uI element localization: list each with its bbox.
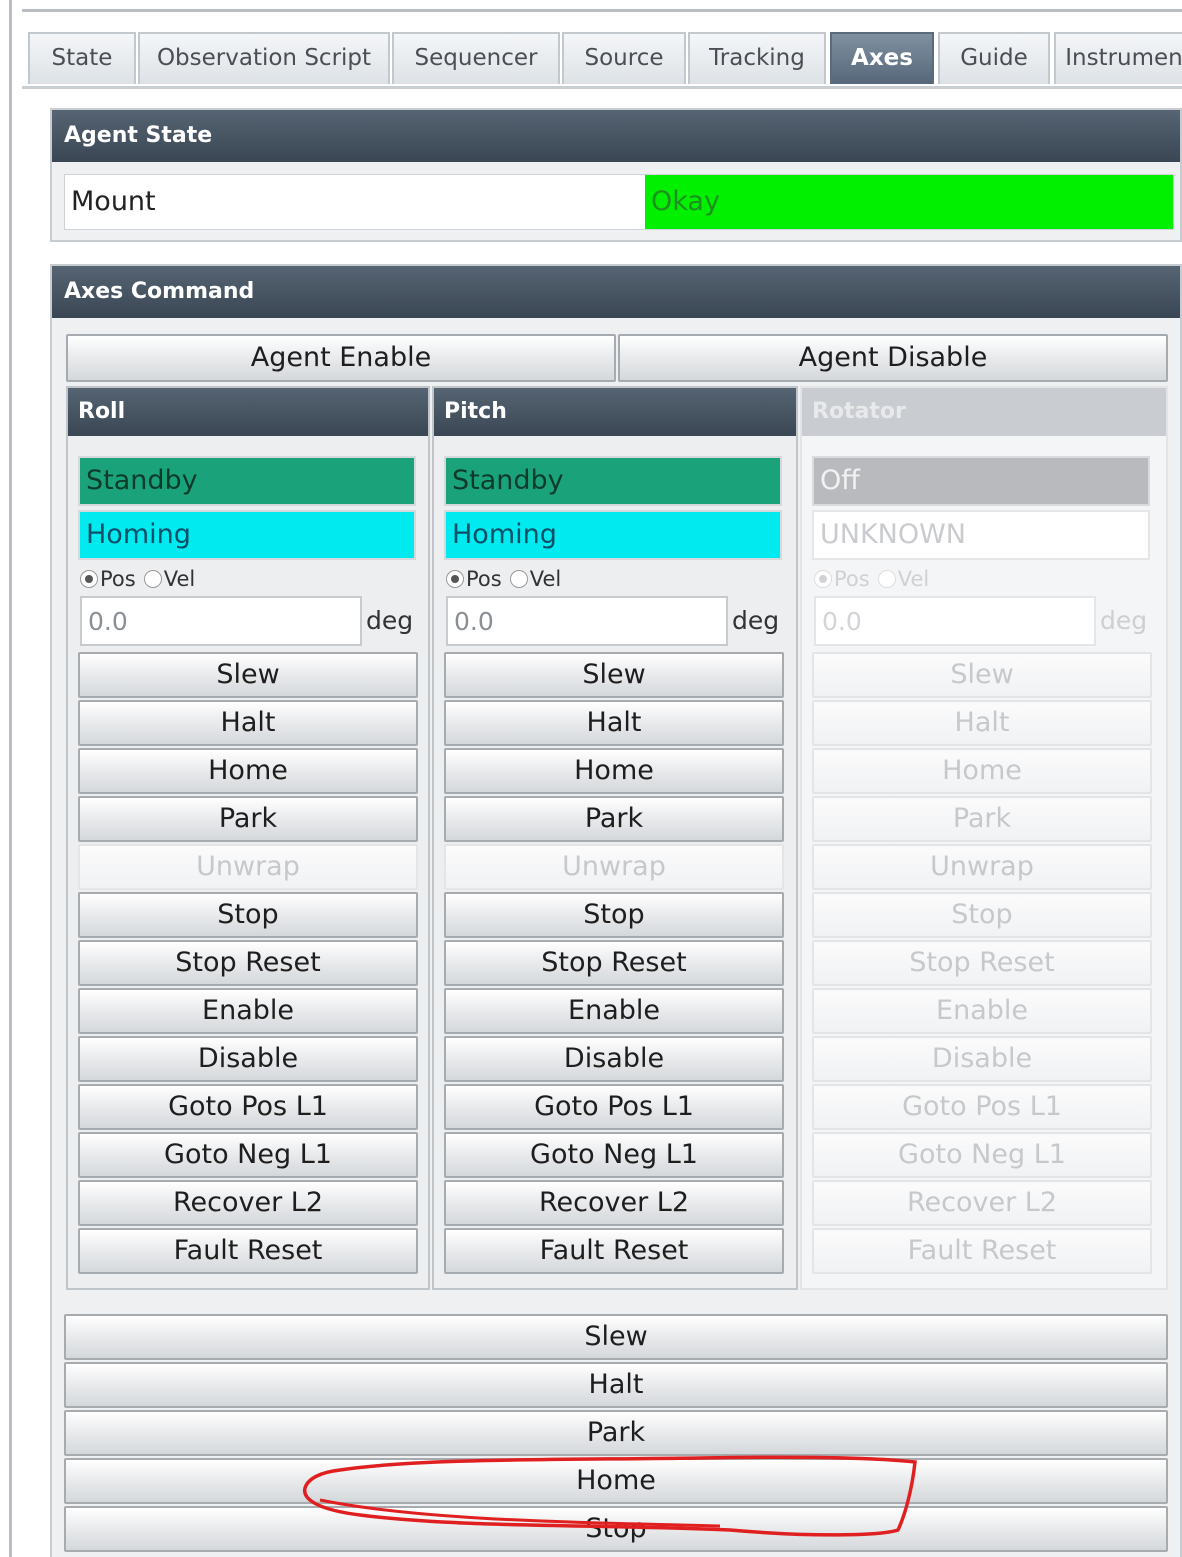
recover-l2-button: Recover L2	[812, 1180, 1152, 1226]
axis-pitch: Pitch Standby Homing Pos Vel deg SlewHalt…	[432, 386, 798, 1290]
unwrap-button: Unwrap	[444, 844, 784, 890]
disable-button: Disable	[812, 1036, 1152, 1082]
agent-state-title: Agent State	[52, 110, 1180, 162]
vel-label: Vel	[163, 567, 196, 591]
agent-name: Mount	[71, 186, 156, 217]
enable-button[interactable]: Enable	[444, 988, 784, 1034]
agent-enable-button[interactable]: Agent Enable	[66, 334, 616, 382]
vel-label: Vel	[897, 567, 930, 591]
axes-command-title: Axes Command	[52, 266, 1180, 318]
axis-title: Rotator	[802, 388, 1166, 436]
left-border	[9, 0, 12, 1557]
pos-radio[interactable]	[446, 570, 464, 588]
global-park-button[interactable]: Park	[64, 1410, 1168, 1456]
slew-button[interactable]: Slew	[444, 652, 784, 698]
fault-reset-button: Fault Reset	[812, 1228, 1152, 1274]
axis-state: Standby	[444, 456, 782, 506]
tab-instrument[interactable]: Instrumen	[1054, 32, 1182, 84]
tab-tracking[interactable]: Tracking	[688, 32, 826, 84]
halt-button[interactable]: Halt	[444, 700, 784, 746]
top-border	[22, 9, 1182, 12]
fault-reset-button[interactable]: Fault Reset	[78, 1228, 418, 1274]
unwrap-button: Unwrap	[78, 844, 418, 890]
axis-state: Standby	[78, 456, 416, 506]
tab-observation-script[interactable]: Observation Script	[138, 32, 390, 84]
axes-command-panel: Axes Command Agent Enable Agent Disable …	[50, 264, 1182, 1557]
goto-pos-l1-button[interactable]: Goto Pos L1	[444, 1084, 784, 1130]
pos-label: Pos	[466, 567, 502, 591]
pos-radio[interactable]	[80, 570, 98, 588]
enable-button[interactable]: Enable	[78, 988, 418, 1034]
stop-reset-button[interactable]: Stop Reset	[444, 940, 784, 986]
stop-reset-button[interactable]: Stop Reset	[78, 940, 418, 986]
mode-radio-group: Pos Vel	[814, 564, 929, 594]
slew-button[interactable]: Slew	[78, 652, 418, 698]
axis-title: Pitch	[434, 388, 796, 436]
tab-sequencer[interactable]: Sequencer	[392, 32, 560, 84]
goto-neg-l1-button[interactable]: Goto Neg L1	[78, 1132, 418, 1178]
goto-pos-l1-button: Goto Pos L1	[812, 1084, 1152, 1130]
disable-button[interactable]: Disable	[78, 1036, 418, 1082]
position-input[interactable]	[80, 596, 362, 646]
pos-label: Pos	[834, 567, 870, 591]
goto-pos-l1-button[interactable]: Goto Pos L1	[78, 1084, 418, 1130]
agent-disable-button[interactable]: Agent Disable	[618, 334, 1168, 382]
axis-rotator: Rotator Off UNKNOWN Pos Vel deg SlewHaltH…	[800, 386, 1168, 1290]
halt-button: Halt	[812, 700, 1152, 746]
vel-radio[interactable]	[143, 570, 162, 588]
global-slew-button[interactable]: Slew	[64, 1314, 1168, 1360]
tab-guide[interactable]: Guide	[938, 32, 1050, 84]
enable-button: Enable	[812, 988, 1152, 1034]
unit-label: deg	[366, 606, 414, 635]
vel-radio[interactable]	[509, 570, 528, 588]
position-input[interactable]	[446, 596, 728, 646]
axis-substate: UNKNOWN	[812, 510, 1150, 560]
goto-neg-l1-button[interactable]: Goto Neg L1	[444, 1132, 784, 1178]
axis-roll: Roll Standby Homing Pos Vel deg SlewHaltH…	[66, 386, 430, 1290]
stop-button: Stop	[812, 892, 1152, 938]
pos-label: Pos	[100, 567, 136, 591]
agent-status: Okay	[645, 175, 1173, 229]
tab-state[interactable]: State	[28, 32, 136, 84]
vel-radio	[877, 570, 896, 588]
mode-radio-group: Pos Vel	[80, 564, 195, 594]
axis-state: Off	[812, 456, 1150, 506]
recover-l2-button[interactable]: Recover L2	[78, 1180, 418, 1226]
global-halt-button[interactable]: Halt	[64, 1362, 1168, 1408]
vel-label: Vel	[529, 567, 562, 591]
home-button[interactable]: Home	[78, 748, 418, 794]
slew-button: Slew	[812, 652, 1152, 698]
disable-button[interactable]: Disable	[444, 1036, 784, 1082]
tab-source[interactable]: Source	[562, 32, 686, 84]
tab-bar: State Observation Script Sequencer Sourc…	[22, 22, 1182, 89]
home-button[interactable]: Home	[444, 748, 784, 794]
goto-neg-l1-button: Goto Neg L1	[812, 1132, 1152, 1178]
stop-reset-button: Stop Reset	[812, 940, 1152, 986]
axis-title: Roll	[68, 388, 428, 436]
park-button: Park	[812, 796, 1152, 842]
axis-substate: Homing	[444, 510, 782, 560]
pos-radio	[814, 570, 832, 588]
axis-substate: Homing	[78, 510, 416, 560]
stop-button[interactable]: Stop	[78, 892, 418, 938]
tab-axes[interactable]: Axes	[830, 32, 934, 84]
halt-button[interactable]: Halt	[78, 700, 418, 746]
mode-radio-group: Pos Vel	[446, 564, 561, 594]
recover-l2-button[interactable]: Recover L2	[444, 1180, 784, 1226]
park-button[interactable]: Park	[444, 796, 784, 842]
fault-reset-button[interactable]: Fault Reset	[444, 1228, 784, 1274]
stop-button[interactable]: Stop	[444, 892, 784, 938]
home-button: Home	[812, 748, 1152, 794]
park-button[interactable]: Park	[78, 796, 418, 842]
global-home-button[interactable]: Home	[64, 1458, 1168, 1504]
agent-state-panel: Agent State Mount Okay	[50, 108, 1182, 242]
unwrap-button: Unwrap	[812, 844, 1152, 890]
unit-label: deg	[1100, 606, 1148, 635]
global-stop-button[interactable]: Stop	[64, 1506, 1168, 1552]
unit-label: deg	[732, 606, 780, 635]
agent-state-row: Mount Okay	[64, 174, 1174, 230]
position-input	[814, 596, 1096, 646]
